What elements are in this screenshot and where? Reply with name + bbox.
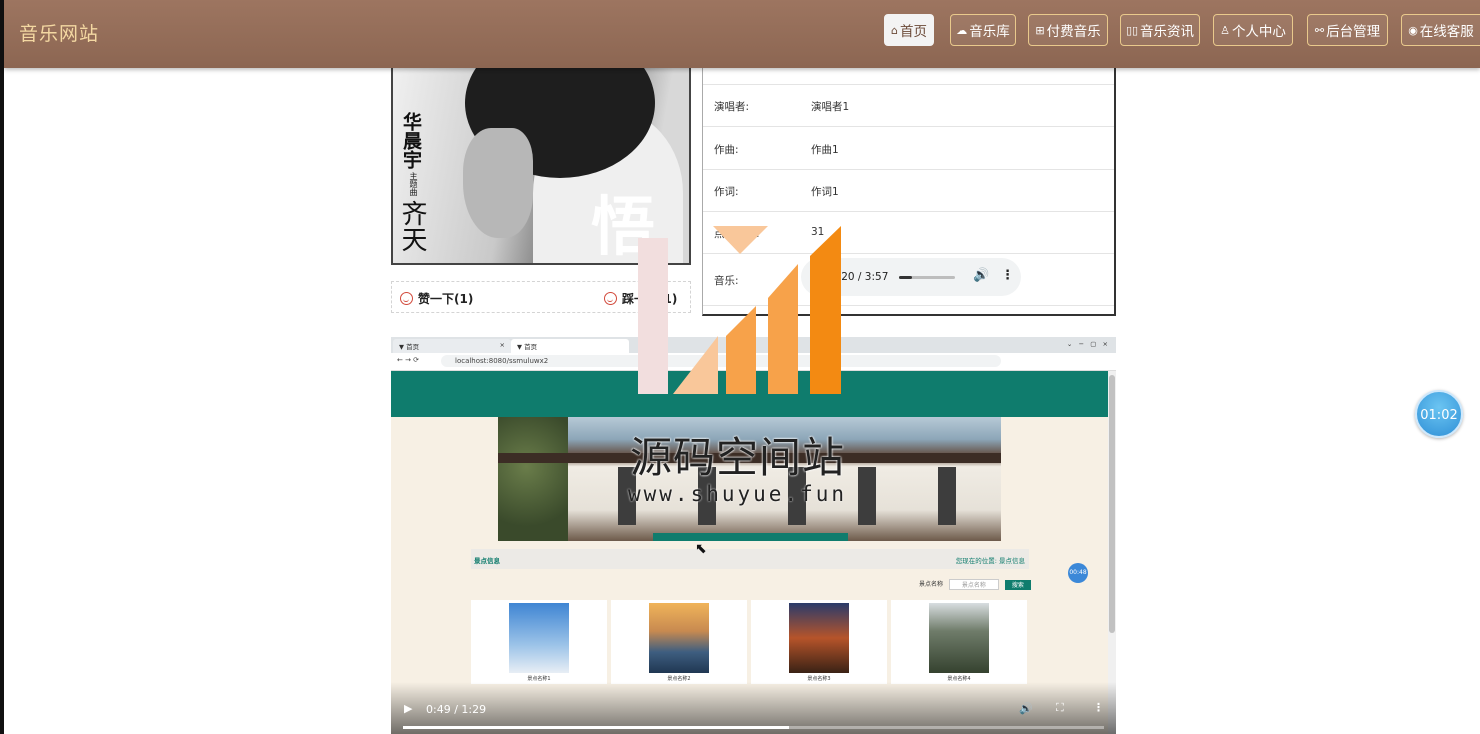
- nav-label: 首页: [899, 24, 927, 40]
- video-timer-badge: 00:48: [1068, 563, 1088, 583]
- nav-label: 付费音乐: [1046, 24, 1101, 40]
- more-options-icon[interactable]: ⋮: [1093, 701, 1104, 714]
- site-logo[interactable]: 音乐网站: [19, 19, 99, 46]
- detail-key: 演唱者:: [714, 101, 750, 113]
- volume-icon[interactable]: 🔊: [973, 268, 989, 283]
- watermark-triangle: [713, 226, 768, 254]
- video-time: 0:49 / 1:29: [426, 703, 487, 716]
- video-tab: ▼ 首页: [511, 339, 629, 353]
- cover-artist-text: 华晨宇: [400, 112, 422, 169]
- nav-admin[interactable]: ⚯ 后台管理: [1307, 14, 1388, 46]
- watermark-bar-light: [673, 336, 718, 394]
- nav-music-news[interactable]: ▯▯ 音乐资讯: [1120, 14, 1200, 46]
- link-icon: ⚯: [1314, 23, 1325, 37]
- window-edge: [0, 0, 4, 734]
- detail-key: 作曲:: [714, 144, 739, 156]
- video-search: 景点名称 景点名称 搜索: [919, 579, 1031, 590]
- watermark-bar-pale: [638, 238, 668, 394]
- frown-icon: [604, 292, 617, 305]
- smile-icon: [400, 292, 413, 305]
- table-row: 作曲: 作曲1: [703, 127, 1114, 170]
- watermark-title: 源码空间站: [630, 433, 846, 482]
- mouse-cursor-icon: ⬉: [695, 541, 707, 557]
- video-scrollbar: [1108, 371, 1116, 734]
- like-button[interactable]: 赞一下(1): [400, 290, 473, 307]
- volume-icon[interactable]: 🔊: [1019, 702, 1033, 715]
- play-icon[interactable]: ▶: [404, 702, 412, 715]
- audio-progress-bar[interactable]: [899, 276, 955, 279]
- cover-song-text: 齐天: [397, 200, 427, 252]
- more-options-icon[interactable]: ⋮: [1001, 268, 1014, 283]
- video-card: 景点名称1: [471, 600, 607, 684]
- nav-label: 个人中心: [1231, 24, 1286, 40]
- grid-icon: ⊞: [1035, 23, 1045, 37]
- detail-value: 作词1: [811, 186, 839, 198]
- table-row: [703, 68, 1114, 85]
- user-icon: ♙: [1220, 23, 1230, 37]
- nav-label: 音乐库: [969, 24, 1010, 40]
- table-row: 演唱者: 演唱者1: [703, 84, 1114, 127]
- watermark-url: www.shuyue.fun: [628, 482, 848, 506]
- home-icon: ⌂: [891, 23, 898, 37]
- cloud-icon: ☁: [956, 23, 968, 37]
- nav-label: 在线客服: [1419, 24, 1474, 40]
- watermark-bar-strong: [810, 226, 841, 394]
- audio-progress-fill: [899, 276, 913, 279]
- fullscreen-icon[interactable]: ⛶: [1056, 701, 1064, 715]
- like-label: 赞一下(1): [418, 292, 474, 306]
- watermark-logo: [638, 226, 841, 394]
- demo-video-player[interactable]: ▼ 首页 × ▼ 首页 ⌄ − ▢ × ← → ⟳ localhost:8080…: [391, 337, 1116, 734]
- nav-label: 音乐资讯: [1140, 24, 1195, 40]
- nav-user-center[interactable]: ♙ 个人中心: [1213, 14, 1293, 46]
- book-icon: ▯▯: [1125, 23, 1139, 37]
- nav-home[interactable]: ⌂ 首页: [884, 14, 934, 46]
- cover-face-shape: [463, 128, 533, 238]
- cover-subtitle-text: 主题曲: [409, 172, 418, 196]
- watermark-bar-orange: [768, 264, 798, 394]
- video-card: 景点名称2: [611, 600, 747, 684]
- window-controls: ⌄ − ▢ ×: [1066, 340, 1108, 348]
- floating-timer[interactable]: 01:02: [1415, 390, 1463, 438]
- video-card: 景点名称4: [891, 600, 1027, 684]
- video-tab: ▼ 首页 ×: [393, 339, 511, 353]
- nav-label: 后台管理: [1326, 24, 1381, 40]
- detail-value: 演唱者1: [811, 101, 850, 113]
- detail-key: 作词:: [714, 186, 739, 198]
- chat-icon: ◉: [1408, 23, 1418, 37]
- video-progress-fill: [403, 726, 790, 729]
- top-navbar: 音乐网站 ⌂ 首页 ☁ 音乐库 ⊞ 付费音乐 ▯▯ 音乐资讯 ♙ 个人中心 ⚯ …: [4, 0, 1480, 68]
- video-card: 景点名称3: [751, 600, 887, 684]
- video-panel-header: 景点信息 您现在的位置: 景点信息: [471, 549, 1029, 569]
- video-progress-bar[interactable]: [403, 726, 1104, 729]
- nav-paid-music[interactable]: ⊞ 付费音乐: [1028, 14, 1108, 46]
- nav-online-service[interactable]: ◉ 在线客服: [1401, 14, 1480, 46]
- table-row: 作词: 作词1: [703, 169, 1114, 212]
- detail-value: 作曲1: [811, 144, 839, 156]
- nav-music-library[interactable]: ☁ 音乐库: [950, 14, 1016, 46]
- watermark-bar-mid: [726, 306, 756, 394]
